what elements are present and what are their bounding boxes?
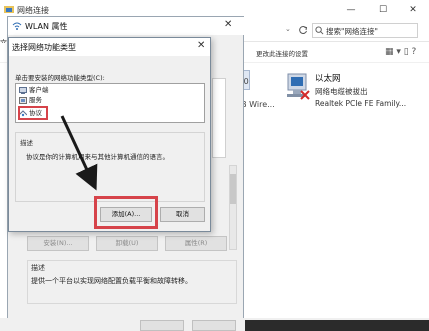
cancel-button[interactable]: 取消 bbox=[160, 207, 205, 222]
scrollbar-thumb[interactable] bbox=[230, 174, 236, 204]
list-item-service[interactable]: 服务 bbox=[19, 95, 42, 105]
feature-type-list[interactable]: 客户端 服务 协议 bbox=[15, 83, 205, 123]
install-button[interactable]: 安装(N)... bbox=[27, 236, 89, 251]
adapter-name[interactable]: 以太网 bbox=[315, 72, 341, 84]
select-network-feature-dialog: 选择网络功能类型 ✕ 单击要安装的网络功能类型(C): 客户端 服务 协议 描述… bbox=[8, 37, 211, 232]
maximize-button[interactable]: ☐ bbox=[372, 3, 394, 17]
view-options-icon[interactable]: ▦ ▾ ▯ ? bbox=[385, 47, 416, 57]
list-item-client[interactable]: 客户端 bbox=[19, 85, 49, 95]
dialog-title: 选择网络功能类型 bbox=[12, 43, 76, 52]
adapter-device: Realtek PCIe FE Family... bbox=[315, 99, 407, 108]
search-input[interactable]: 搜索"网络连接" bbox=[312, 23, 418, 38]
add-button-highlight-box bbox=[94, 196, 158, 229]
uninstall-button[interactable]: 卸载(U) bbox=[96, 236, 158, 251]
minimize-button[interactable]: — bbox=[340, 3, 362, 17]
components-list-fragment[interactable] bbox=[212, 78, 226, 158]
description-group: 描述 提供一个平台以实现网络配置负载平衡和故障转移。 bbox=[27, 260, 237, 304]
description-text: 协议是你的计算机用来与其他计算机通信的语言。 bbox=[26, 153, 169, 161]
search-icon bbox=[315, 26, 324, 35]
window-title: 网络连接 bbox=[17, 6, 49, 15]
description-text: 提供一个平台以实现网络配置负载平衡和故障转移。 bbox=[31, 277, 192, 285]
list-item-label: 服务 bbox=[29, 96, 42, 104]
description-group: 描述 协议是你的计算机用来与其他计算机通信的语言。 bbox=[15, 132, 205, 202]
feature-type-prompt: 单击要安装的网络功能类型(C): bbox=[15, 74, 105, 82]
properties-button[interactable]: 属性(R) bbox=[165, 236, 227, 251]
description-label: 描述 bbox=[20, 139, 33, 147]
wifi-icon bbox=[12, 22, 22, 30]
change-settings-command[interactable]: 更改此连接的设置 bbox=[256, 48, 308, 58]
close-button[interactable]: ✕ bbox=[224, 19, 232, 30]
ethernet-adapter-icon[interactable] bbox=[285, 72, 313, 102]
client-icon bbox=[19, 86, 27, 94]
description-label: 描述 bbox=[31, 264, 45, 272]
scrollbar[interactable] bbox=[229, 165, 237, 250]
chevron-down-icon[interactable]: ⌄ bbox=[285, 25, 291, 33]
service-icon bbox=[19, 96, 27, 104]
taskbar bbox=[245, 320, 429, 331]
adapter-status: 网络电缆被拔出 bbox=[315, 87, 368, 96]
list-item-label: 客户端 bbox=[29, 86, 49, 94]
network-folder-icon bbox=[4, 6, 14, 13]
close-button[interactable]: ✕ bbox=[197, 40, 205, 51]
protocol-highlight-box bbox=[18, 106, 48, 120]
search-placeholder: 搜索"网络连接" bbox=[326, 27, 378, 36]
dialog-title: WLAN 属性 bbox=[25, 22, 68, 31]
close-button[interactable]: ✕ bbox=[402, 3, 424, 17]
dialog-button-fragment[interactable] bbox=[140, 320, 184, 331]
refresh-icon[interactable] bbox=[298, 25, 308, 35]
dialog-button-fragment[interactable] bbox=[192, 320, 236, 331]
